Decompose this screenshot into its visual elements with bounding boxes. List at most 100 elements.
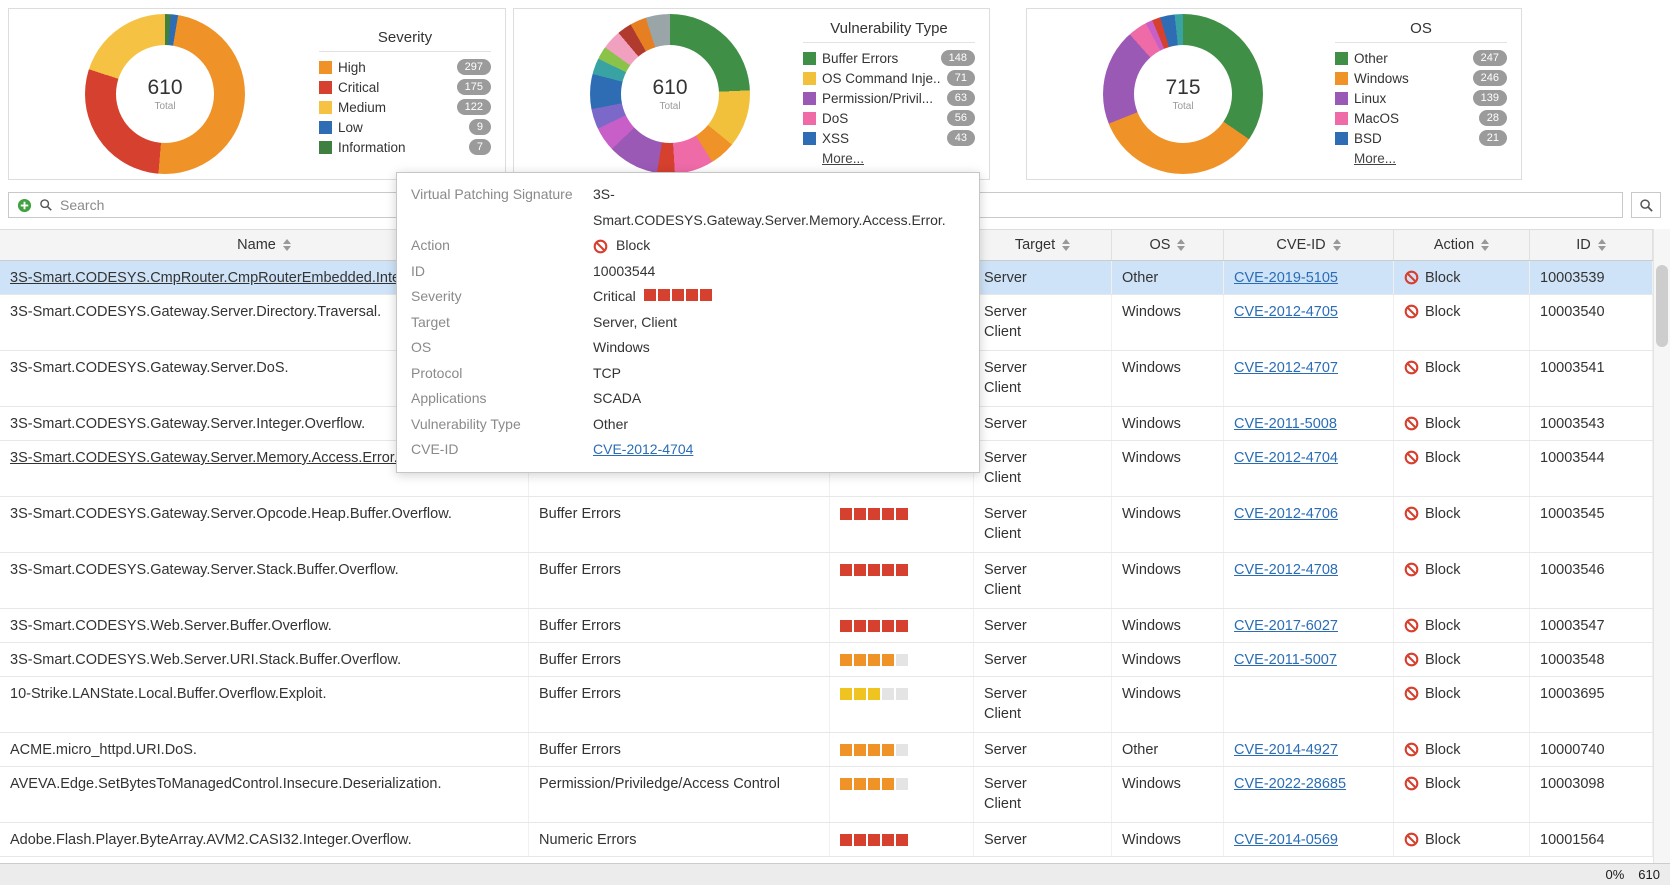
legend-count-badge: 139 xyxy=(1473,90,1507,106)
legend-item[interactable]: Windows246 xyxy=(1335,70,1507,86)
cve-link[interactable]: CVE-2012-4705 xyxy=(1234,304,1338,320)
table-row[interactable]: 3S-Smart.CODESYS.Gateway.Server.Stack.Bu… xyxy=(0,553,1653,609)
column-header-id[interactable]: ID xyxy=(1530,230,1653,260)
legend-item[interactable]: Critical175 xyxy=(319,79,491,95)
name-cell[interactable]: 3S-Smart.CODESYS.Web.Server.URI.Stack.Bu… xyxy=(0,643,529,676)
table-row[interactable]: Adobe.Flash.Player.ByteArray.AVM2.CASI32… xyxy=(0,823,1653,857)
tooltip-value: Server, Client xyxy=(593,310,677,336)
target-line: Client xyxy=(984,468,1101,488)
os-cell: Windows xyxy=(1112,823,1224,856)
chart-total: 610 xyxy=(652,76,687,100)
column-header-action[interactable]: Action xyxy=(1394,230,1530,260)
tooltip-value: Other xyxy=(593,412,628,438)
legend-item[interactable]: Information7 xyxy=(319,139,491,155)
cve-link[interactable]: CVE-2017-6027 xyxy=(1234,618,1338,634)
table-row[interactable]: ACME.micro_httpd.URI.DoS.Buffer ErrorsSe… xyxy=(0,733,1653,767)
name-cell[interactable]: 3S-Smart.CODESYS.Gateway.Server.Opcode.H… xyxy=(0,497,529,552)
name-cell[interactable]: 3S-Smart.CODESYS.Web.Server.Buffer.Overf… xyxy=(0,609,529,642)
legend-item[interactable]: BSD21 xyxy=(1335,130,1507,146)
cve-link[interactable]: CVE-2012-4704 xyxy=(1234,450,1338,466)
cve-link[interactable]: CVE-2012-4707 xyxy=(1234,360,1338,376)
legend-item[interactable]: Other247 xyxy=(1335,50,1507,66)
cve-link[interactable]: CVE-2019-5105 xyxy=(1234,270,1338,286)
action-cell: Block xyxy=(1394,261,1530,294)
legend-item[interactable]: Buffer Errors148 xyxy=(803,50,975,66)
cve-link[interactable]: CVE-2011-5008 xyxy=(1234,416,1337,432)
name-cell[interactable]: Adobe.Flash.Player.ByteArray.AVM2.CASI32… xyxy=(0,823,529,856)
severity-cell xyxy=(830,497,974,552)
tooltip-field: Vulnerability TypeOther xyxy=(411,412,965,438)
legend-item[interactable]: XSS43 xyxy=(803,130,975,146)
cve-link[interactable]: CVE-2022-28685 xyxy=(1234,776,1346,792)
signature-name: AVEVA.Edge.SetBytesToManagedControl.Inse… xyxy=(10,776,441,792)
donut-chart-severity[interactable]: 610Total xyxy=(85,14,245,174)
legend-item[interactable]: OS Command Inje...71 xyxy=(803,70,975,86)
legend-item[interactable]: Permission/Privil...63 xyxy=(803,90,975,106)
target-line: Server xyxy=(984,740,1101,760)
name-cell[interactable]: ACME.micro_httpd.URI.DoS. xyxy=(0,733,529,766)
legend-item[interactable]: Low9 xyxy=(319,119,491,135)
severity-square xyxy=(882,688,894,700)
column-header-os[interactable]: OS xyxy=(1112,230,1224,260)
severity-square xyxy=(882,744,894,756)
donut-chart-os[interactable]: 715Total xyxy=(1103,14,1263,174)
signature-name: 10-Strike.LANState.Local.Buffer.Overflow… xyxy=(10,686,326,702)
block-icon xyxy=(1404,618,1419,633)
name-cell[interactable]: 10-Strike.LANState.Local.Buffer.Overflow… xyxy=(0,677,529,732)
action-label: Block xyxy=(1425,358,1460,378)
target-cell: ServerClient xyxy=(974,351,1112,406)
search-button[interactable] xyxy=(1631,192,1661,218)
vuln-type-cell: Buffer Errors xyxy=(529,553,830,608)
signature-name: 3S-Smart.CODESYS.Gateway.Server.DoS. xyxy=(10,360,289,376)
cve-link[interactable]: CVE-2014-4927 xyxy=(1234,742,1338,758)
chart-panel-vulnerability-type: 610TotalVulnerability TypeBuffer Errors1… xyxy=(513,8,990,180)
severity-square xyxy=(840,834,852,846)
column-label: OS xyxy=(1150,237,1171,253)
severity-square xyxy=(868,778,880,790)
table-row[interactable]: 3S-Smart.CODESYS.Web.Server.Buffer.Overf… xyxy=(0,609,1653,643)
severity-bars xyxy=(840,564,910,580)
cve-cell xyxy=(1224,677,1394,732)
severity-square xyxy=(896,654,908,666)
legend-divider xyxy=(319,51,491,52)
vertical-scrollbar[interactable] xyxy=(1653,229,1670,863)
legend-more-link[interactable]: More... xyxy=(1354,151,1396,166)
cve-link[interactable]: CVE-2014-0569 xyxy=(1234,832,1338,848)
scrollbar-thumb[interactable] xyxy=(1656,265,1668,347)
legend-count-badge: 247 xyxy=(1473,50,1507,66)
legend-item[interactable]: High297 xyxy=(319,59,491,75)
target-line: Client xyxy=(984,322,1101,342)
legend-item[interactable]: Linux139 xyxy=(1335,90,1507,106)
cve-link[interactable]: CVE-2012-4706 xyxy=(1234,506,1338,522)
name-cell[interactable]: AVEVA.Edge.SetBytesToManagedControl.Inse… xyxy=(0,767,529,822)
chart-panel-os: 715TotalOSOther247Windows246Linux139MacO… xyxy=(1026,8,1522,180)
legend-item[interactable]: DoS56 xyxy=(803,110,975,126)
chart-total: 610 xyxy=(147,76,182,100)
add-filter-icon[interactable] xyxy=(17,198,32,213)
legend-more-link[interactable]: More... xyxy=(822,151,864,166)
donut-chart-vulnerability-type[interactable]: 610Total xyxy=(590,14,750,174)
action-cell: Block xyxy=(1394,733,1530,766)
table-row[interactable]: 3S-Smart.CODESYS.Gateway.Server.Opcode.H… xyxy=(0,497,1653,553)
action-label: Block xyxy=(1425,740,1460,760)
cve-link[interactable]: CVE-2011-5007 xyxy=(1234,652,1337,668)
block-icon xyxy=(1404,686,1419,701)
table-row[interactable]: AVEVA.Edge.SetBytesToManagedControl.Inse… xyxy=(0,767,1653,823)
cve-link[interactable]: CVE-2012-4708 xyxy=(1234,562,1338,578)
cve-cell: CVE-2017-6027 xyxy=(1224,609,1394,642)
tooltip-label: Vulnerability Type xyxy=(411,412,593,438)
legend-item[interactable]: MacOS28 xyxy=(1335,110,1507,126)
legend-item[interactable]: Medium122 xyxy=(319,99,491,115)
table-row[interactable]: 10-Strike.LANState.Local.Buffer.Overflow… xyxy=(0,677,1653,733)
signature-name: 3S-Smart.CODESYS.Web.Server.Buffer.Overf… xyxy=(10,618,332,634)
tooltip-cve-link[interactable]: CVE-2012-4704 xyxy=(593,437,693,463)
os-cell: Windows xyxy=(1112,497,1224,552)
tooltip-value: TCP xyxy=(593,361,621,387)
column-header-cve-id[interactable]: CVE-ID xyxy=(1224,230,1394,260)
id-cell: 10003543 xyxy=(1530,407,1653,440)
column-header-target[interactable]: Target xyxy=(974,230,1112,260)
legend-label: Medium xyxy=(338,100,451,115)
table-row[interactable]: 3S-Smart.CODESYS.Web.Server.URI.Stack.Bu… xyxy=(0,643,1653,677)
name-cell[interactable]: 3S-Smart.CODESYS.Gateway.Server.Stack.Bu… xyxy=(0,553,529,608)
target-line: Server xyxy=(984,830,1101,850)
